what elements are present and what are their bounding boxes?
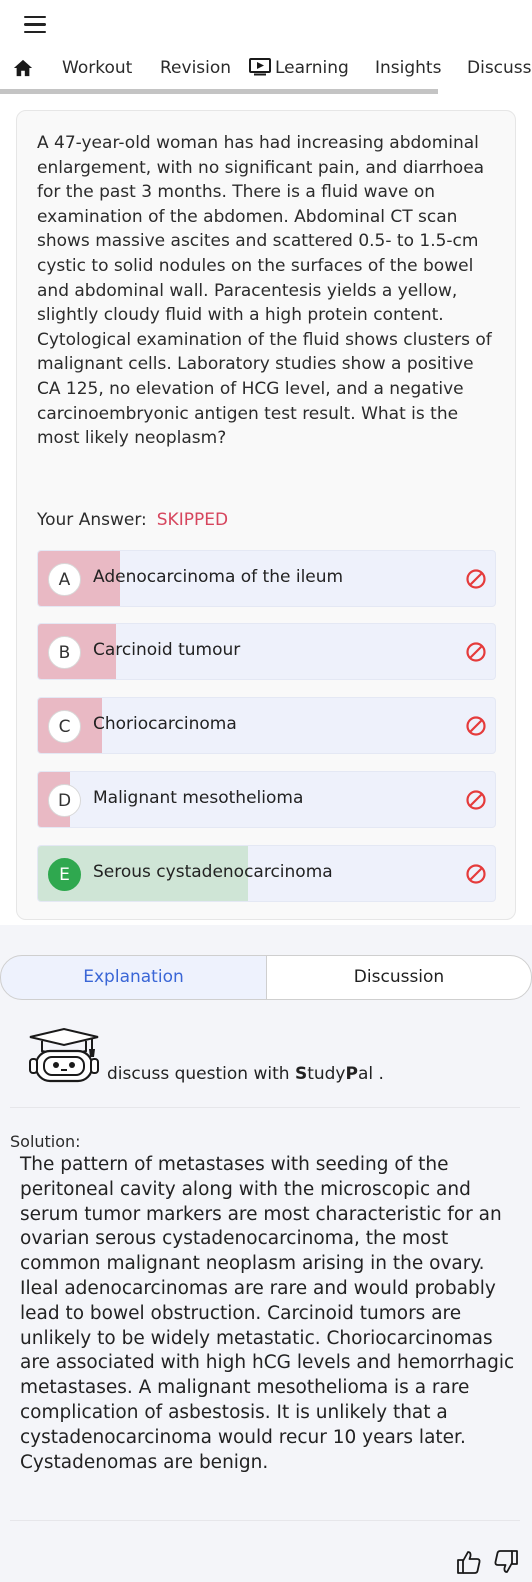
option-c[interactable]: C Choriocarcinoma (37, 697, 496, 754)
option-b[interactable]: B Carcinoid tumour (37, 623, 496, 680)
tab-discussion[interactable]: Discussion (266, 955, 532, 1000)
studypal-al: al . (357, 1064, 384, 1084)
option-d[interactable]: D Malignant mesothelioma (37, 771, 496, 828)
top-bar (0, 0, 532, 50)
tab-explanation[interactable]: Explanation (0, 955, 267, 1000)
studypal-link[interactable]: discuss question with StudyPal . (107, 1064, 384, 1084)
tab-revision[interactable]: Revision (160, 58, 231, 78)
hamburger-icon[interactable] (24, 16, 46, 34)
option-b-text: Carcinoid tumour (93, 640, 241, 660)
option-e-letter: E (48, 858, 81, 891)
tab-discuss[interactable]: Discuss (467, 58, 532, 78)
answer-status-badge: SKIPPED (156, 510, 229, 530)
ban-icon (466, 569, 486, 589)
thumbs-down-icon[interactable] (493, 1549, 519, 1575)
tab-scroll-indicator (0, 89, 438, 94)
option-a-text: Adenocarcinoma of the ileum (93, 567, 344, 587)
question-card: A 47-year-old woman has had increasing a… (16, 110, 516, 920)
option-d-text: Malignant mesothelioma (93, 788, 304, 808)
option-b-letter: B (48, 636, 81, 669)
play-screen-icon (249, 58, 271, 76)
option-e-text: Serous cystadenocarcinoma (93, 862, 333, 882)
ban-icon (466, 864, 486, 884)
tab-bar: Workout Revision Learning Insights Discu… (0, 50, 532, 94)
solution-label: Solution: (10, 1132, 81, 1151)
tab-insights[interactable]: Insights (375, 58, 441, 78)
option-c-text: Choriocarcinoma (93, 714, 237, 734)
divider (10, 1520, 520, 1521)
studypal-p: P (345, 1064, 358, 1084)
studypal-prefix: discuss question with (107, 1064, 295, 1084)
question-text: A 47-year-old woman has had increasing a… (37, 133, 492, 449)
studypal-robot-icon[interactable] (26, 1027, 106, 1085)
ban-icon (466, 642, 486, 662)
tab-learning[interactable]: Learning (249, 58, 349, 78)
divider (10, 1107, 520, 1108)
studypal-tudy: tudy (307, 1064, 346, 1084)
option-a-letter: A (48, 563, 81, 596)
your-answer-label: Your Answer: (37, 510, 147, 530)
ban-icon (466, 790, 486, 810)
option-e[interactable]: E Serous cystadenocarcinoma (37, 845, 496, 902)
option-d-letter: D (48, 784, 81, 817)
your-answer: Your Answer: SKIPPED (37, 510, 228, 530)
studypal-s: S (294, 1064, 308, 1084)
thumbs-up-icon[interactable] (456, 1549, 482, 1575)
tab-learning-label: Learning (275, 58, 349, 78)
option-c-letter: C (48, 710, 81, 743)
solution-text: The pattern of metastases with seeding o… (20, 1154, 515, 1473)
tab-workout[interactable]: Workout (62, 58, 132, 78)
option-a[interactable]: A Adenocarcinoma of the ileum (37, 550, 496, 607)
ban-icon (466, 716, 486, 736)
home-icon[interactable] (12, 58, 34, 78)
